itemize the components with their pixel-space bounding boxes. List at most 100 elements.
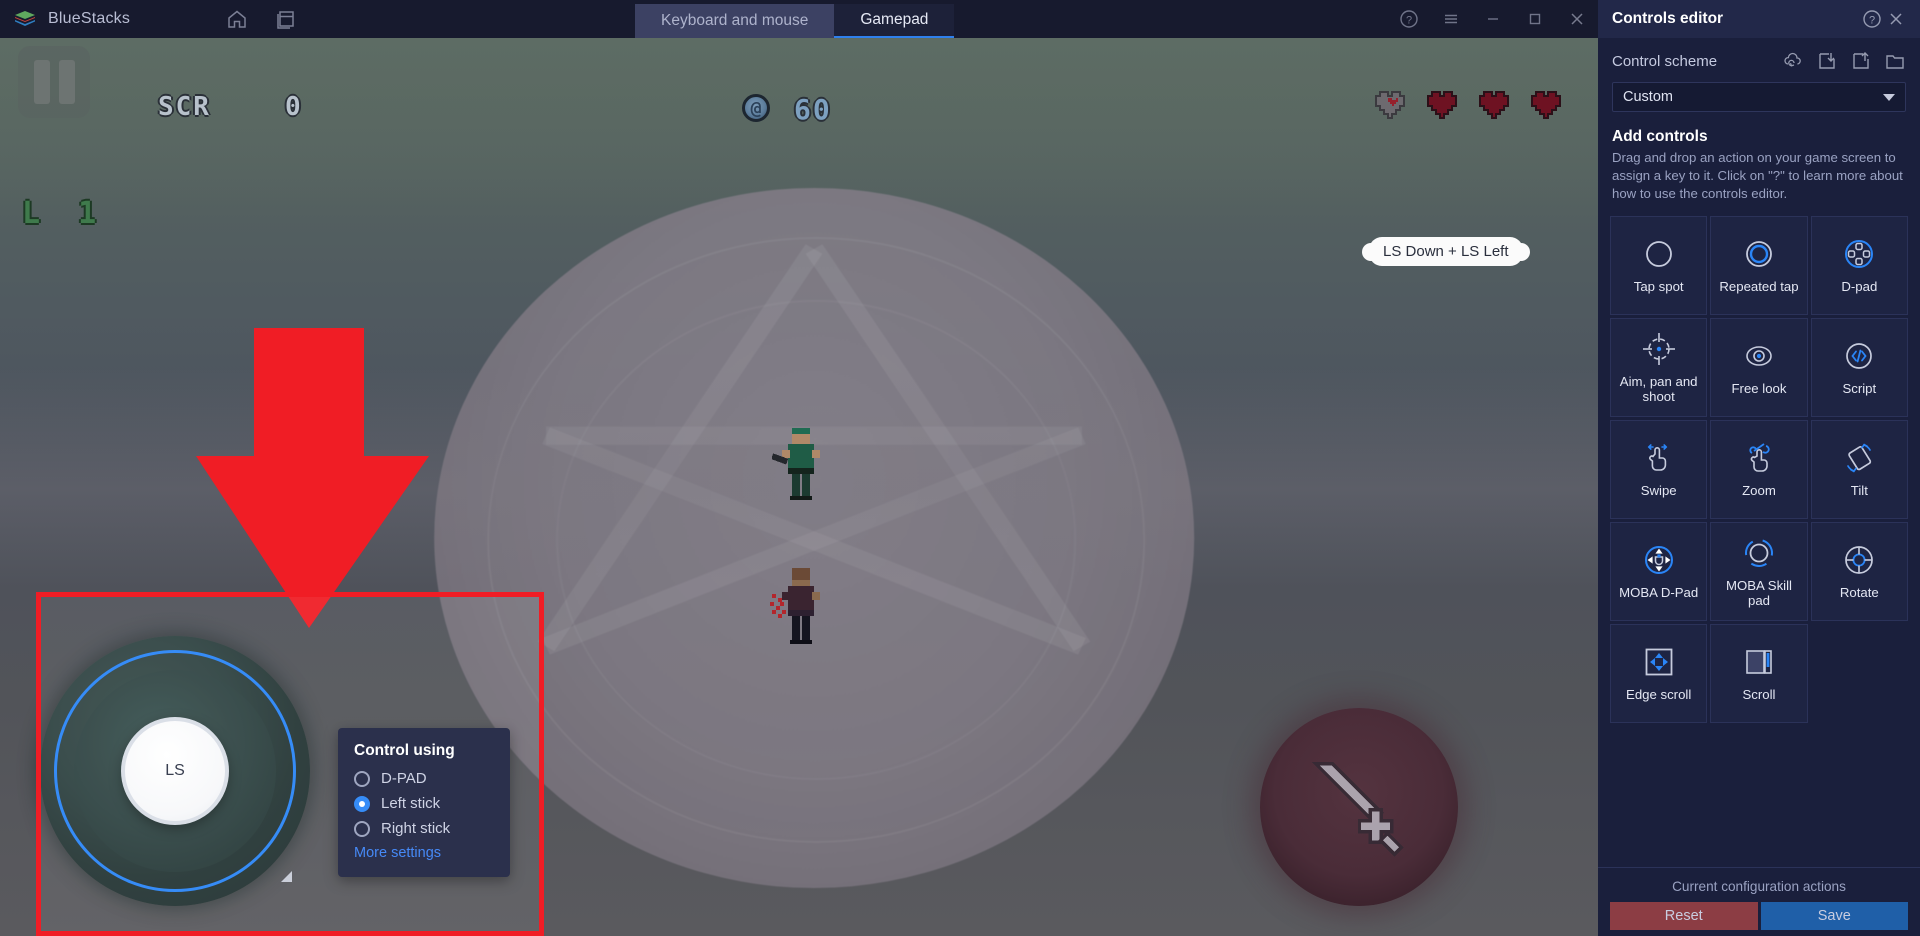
minimize-icon[interactable] <box>1472 0 1514 38</box>
control-tile-swipe[interactable]: Swipe <box>1610 419 1708 519</box>
add-controls-description: Drag and drop an action on your game scr… <box>1612 150 1903 202</box>
control-tile-label: MOBA D-Pad <box>1619 585 1699 601</box>
close-icon[interactable] <box>1884 7 1908 31</box>
sword-icon <box>1311 762 1404 857</box>
svg-text:?: ? <box>1869 14 1875 26</box>
control-scheme-value: Custom <box>1623 89 1673 105</box>
swipe-icon <box>1641 439 1677 477</box>
key-binding-tooltip: LS Down + LS Left <box>1369 237 1523 266</box>
tab-keyboard-and-mouse-label: Keyboard and mouse <box>661 12 809 29</box>
script-icon <box>1842 337 1876 375</box>
controls-editor-panel: Controls editor ? Control scheme Custom … <box>1598 0 1920 936</box>
cloud-sync-icon[interactable] <box>1782 50 1804 72</box>
pause-bar <box>33 60 50 104</box>
heart-full <box>1426 86 1466 124</box>
help-icon[interactable]: ? <box>1388 0 1430 38</box>
add-controls-title: Add controls <box>1612 128 1708 145</box>
player-character <box>770 568 830 649</box>
home-icon[interactable] <box>226 8 248 30</box>
game-screen[interactable]: SCR 0 L 1 60 <box>0 38 1598 936</box>
control-tile-label: D-pad <box>1841 279 1878 295</box>
control-tile-label: Edge scroll <box>1626 687 1692 703</box>
multi-instance-icon[interactable] <box>274 8 296 30</box>
export-icon[interactable] <box>1850 50 1872 72</box>
control-scheme-select[interactable]: Custom <box>1612 82 1906 112</box>
close-icon[interactable] <box>1556 0 1598 38</box>
help-circle-icon[interactable]: ? <box>1860 7 1884 31</box>
import-icon[interactable] <box>1816 50 1838 72</box>
control-tile-label: Script <box>1842 381 1877 397</box>
svg-text:?: ? <box>1406 15 1412 27</box>
control-tile-aim-pan-and-shoot[interactable]: Aim, pan and shoot <box>1610 317 1708 417</box>
score-value: 0 <box>285 92 303 122</box>
score-caption: SCR <box>158 92 211 122</box>
tap-spot-icon <box>1642 235 1676 273</box>
maximize-icon[interactable] <box>1514 0 1556 38</box>
arena-circle <box>434 188 1195 888</box>
control-tile-edge-scroll[interactable]: Edge scroll <box>1610 623 1708 723</box>
enemy-character <box>771 428 828 505</box>
bluestacks-logo-icon <box>14 10 36 28</box>
control-scheme-row: Control scheme <box>1598 38 1920 72</box>
control-tile-tap-spot[interactable]: Tap spot <box>1610 215 1708 315</box>
tab-gamepad[interactable]: Gamepad <box>834 4 955 38</box>
titlebar: BlueStacks Keyboard and mouse Gamepad ? <box>0 0 1598 38</box>
heart-full <box>1478 86 1518 124</box>
tilt-icon <box>1841 439 1877 477</box>
control-tile-d-pad[interactable]: D-pad <box>1810 215 1908 315</box>
rotate-icon <box>1841 541 1877 579</box>
edge-scroll-icon <box>1641 643 1677 681</box>
control-tile-repeated-tap[interactable]: Repeated tap <box>1710 215 1808 315</box>
control-tile-label: Tilt <box>1850 483 1868 499</box>
control-tile-label: Free look <box>1731 381 1787 397</box>
menu-icon[interactable] <box>1430 0 1472 38</box>
health-hearts <box>1374 86 1570 124</box>
attack-button[interactable] <box>1260 708 1458 906</box>
control-tile-free-look[interactable]: Free look <box>1710 317 1808 417</box>
annotation-highlight-box <box>36 592 544 936</box>
control-tile-moba-d-pad[interactable]: MOBA D-Pad <box>1610 521 1708 621</box>
mode-tabs: Keyboard and mouse Gamepad <box>635 4 955 38</box>
control-tile-label: Repeated tap <box>1719 279 1799 295</box>
annotation-arrow-down <box>196 328 441 633</box>
control-tile-zoom[interactable]: Zoom <box>1710 419 1808 519</box>
control-tile-label: Zoom <box>1742 483 1776 499</box>
aim-pan-shoot-icon <box>1641 330 1677 368</box>
tile-placeholder <box>1811 624 1908 723</box>
save-button[interactable]: Save <box>1760 902 1908 930</box>
bluestacks-window: BlueStacks Keyboard and mouse Gamepad ? … <box>0 0 1920 936</box>
control-tile-tilt[interactable]: Tilt <box>1810 419 1908 519</box>
d-pad-icon <box>1842 235 1876 273</box>
heart-full <box>1530 86 1570 124</box>
scheme-icon-group <box>1782 50 1906 72</box>
control-tile-label: Rotate <box>1839 585 1879 601</box>
coin-icon <box>742 94 770 122</box>
control-tile-moba-skill-pad[interactable]: MOBA Skill pad <box>1710 521 1808 621</box>
control-tile-scroll[interactable]: Scroll <box>1710 623 1808 723</box>
tab-keyboard-and-mouse[interactable]: Keyboard and mouse <box>635 4 835 38</box>
footer-caption: Current configuration actions <box>1672 879 1846 894</box>
heart-empty <box>1374 86 1414 124</box>
footer-buttons: Reset Save <box>1598 902 1920 930</box>
control-tile-script[interactable]: Script <box>1810 317 1908 417</box>
coin-count: 60 <box>794 93 832 126</box>
titlebar-icon-group <box>226 8 296 30</box>
level-indicator: L 1 <box>22 196 107 231</box>
control-tiles-grid: Tap spot Repeated tap D-pad Aim, pan and… <box>1598 204 1920 723</box>
chevron-down-icon <box>1883 93 1895 101</box>
repeated-tap-icon <box>1742 235 1776 273</box>
moba-d-pad-icon <box>1641 541 1677 579</box>
window-controls: ? <box>1388 0 1598 38</box>
scroll-icon <box>1741 643 1777 681</box>
control-tile-label: MOBA Skill pad <box>1726 577 1792 609</box>
free-look-icon <box>1740 337 1778 375</box>
control-tile-label: Swipe <box>1640 483 1677 499</box>
reset-button[interactable]: Reset <box>1610 902 1758 930</box>
panel-title: Controls editor <box>1612 10 1724 27</box>
control-tile-label: Aim, pan and shoot <box>1619 373 1698 405</box>
control-tile-rotate[interactable]: Rotate <box>1810 521 1908 621</box>
folder-icon[interactable] <box>1884 50 1906 72</box>
pause-bar <box>58 60 75 104</box>
pause-button[interactable] <box>18 46 90 118</box>
control-tile-label: Tap spot <box>1633 279 1684 295</box>
